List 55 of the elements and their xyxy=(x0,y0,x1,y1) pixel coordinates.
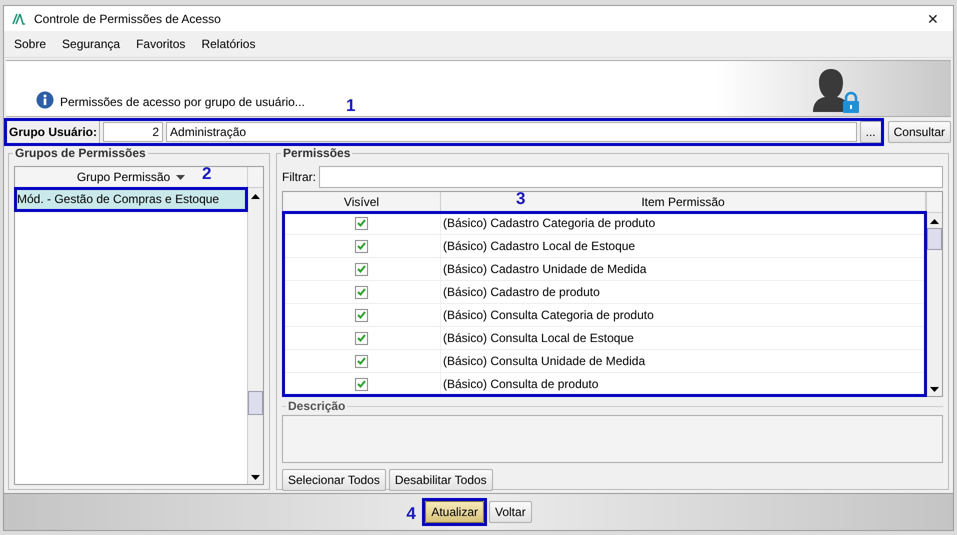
section-label: Descrição xyxy=(286,399,348,413)
user-lock-icon xyxy=(811,68,861,114)
annotation-number: 2 xyxy=(202,164,212,184)
scroll-down-icon[interactable] xyxy=(930,387,939,392)
scroll-up-icon[interactable] xyxy=(251,194,260,199)
table-cell-text: (Básico) Cadastro de produto xyxy=(442,285,601,299)
footer-button[interactable]: Atualizar xyxy=(425,501,484,523)
table-cell-text: (Básico) Consulta Unidade de Medida xyxy=(442,354,646,368)
name-field[interactable]: Administração xyxy=(166,122,857,142)
info-icon xyxy=(36,91,54,109)
scroll-thumb[interactable] xyxy=(927,228,942,250)
action-button[interactable]: Desabilitar Todos xyxy=(388,469,493,491)
footer-button[interactable]: Voltar xyxy=(489,501,532,523)
filter-field[interactable] xyxy=(319,166,943,188)
description-field[interactable] xyxy=(282,415,943,463)
code-field[interactable]: 2 xyxy=(103,122,164,142)
table-cell-text: (Básico) Cadastro Local de Estoque xyxy=(442,239,636,253)
query-button[interactable]: Consultar xyxy=(888,121,951,143)
table-cell-text: (Básico) Consulta de produto xyxy=(442,377,600,391)
scroll-down-icon[interactable] xyxy=(251,475,260,480)
annotation-number: 4 xyxy=(406,504,416,524)
scrollbar[interactable] xyxy=(247,167,263,484)
sort-arrow-icon xyxy=(176,174,186,180)
menu-item[interactable]: Segurança xyxy=(62,37,120,51)
checkbox[interactable] xyxy=(355,378,368,390)
table-cell-text: (Básico) Cadastro Unidade de Medida xyxy=(442,262,648,276)
annotation-number: 1 xyxy=(346,96,356,116)
menu-item[interactable]: Relatórios xyxy=(201,37,256,51)
table-cell-text: (Básico) Cadastro Categoria de produto xyxy=(442,216,656,230)
checkbox[interactable] xyxy=(355,216,368,230)
checkbox[interactable] xyxy=(355,332,368,344)
panel-title: Grupos de Permissões xyxy=(13,147,148,160)
checkbox[interactable] xyxy=(355,240,368,252)
menu-item[interactable]: Sobre xyxy=(14,37,46,51)
scroll-up-icon[interactable] xyxy=(930,219,939,224)
action-button[interactable]: Selecionar Todos xyxy=(282,469,386,491)
annotation-frame xyxy=(422,498,487,526)
app-logo-icon xyxy=(12,12,26,24)
scrollbar[interactable] xyxy=(926,192,942,396)
checkbox[interactable] xyxy=(355,308,368,322)
window-title: Controle de Permissões de Acesso xyxy=(34,12,222,26)
menu-item[interactable]: Favoritos xyxy=(136,37,186,51)
column-header[interactable]: Visível xyxy=(283,192,441,211)
filter-label: Filtrar: xyxy=(282,170,316,184)
lookup-button[interactable]: ... xyxy=(860,121,882,143)
scroll-thumb[interactable] xyxy=(248,391,263,415)
checkbox[interactable] xyxy=(355,262,368,276)
panel-title: Permissões xyxy=(281,147,352,160)
table-cell-text: (Básico) Consulta Categoria de produto xyxy=(442,308,655,322)
header-message: Permissões de acesso por grupo de usuário... xyxy=(60,95,305,109)
annotation-number: 3 xyxy=(516,189,526,209)
checkbox[interactable] xyxy=(355,354,368,368)
close-button[interactable]: ✕ xyxy=(921,10,945,26)
table-cell-text: (Básico) Consulta Local de Estoque xyxy=(442,331,635,345)
checkbox[interactable] xyxy=(355,286,368,298)
